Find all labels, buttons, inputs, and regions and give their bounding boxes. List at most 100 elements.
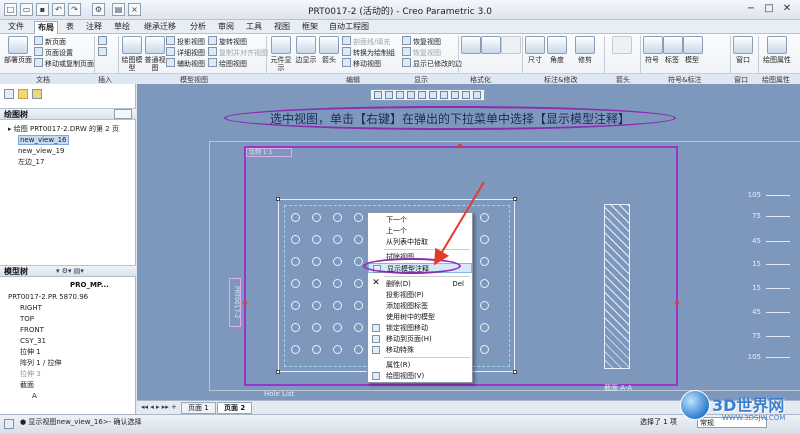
tree-settings-icon[interactable] — [114, 109, 132, 119]
detail-view-button[interactable]: 详细视图 — [166, 47, 205, 58]
model-tree-item[interactable]: RIGHT — [20, 304, 42, 313]
tab-view[interactable]: 视图 — [270, 21, 294, 34]
drawing-model-button[interactable]: 绘图模型 — [121, 36, 143, 72]
window-button[interactable]: 窗口 — [733, 36, 753, 64]
show-modified-edges-button[interactable]: 显示已修改的边 — [402, 58, 462, 69]
general-view-button[interactable]: 普通视图 — [144, 36, 166, 72]
display-button-2[interactable] — [481, 36, 501, 56]
angle-button[interactable]: 角度 — [547, 36, 567, 64]
hatch-fill-button[interactable]: 剖面线/填充 — [342, 36, 390, 47]
arrow-style-button[interactable] — [607, 36, 637, 56]
menu-item-add-view-label[interactable]: 添加视图标签 — [368, 301, 472, 311]
model-tree-item[interactable]: CSY_31 — [20, 337, 46, 346]
menu-item-delete[interactable]: ✕ 删除(D) Del — [368, 279, 472, 289]
label-button[interactable]: 标签 — [663, 36, 683, 64]
model-tree-toolbar[interactable]: ▾ ⚙▾ ▤▾ — [56, 266, 132, 276]
auxiliary-view-button[interactable]: 辅助视图 — [166, 58, 205, 69]
projection-view-button[interactable]: 投影视图 — [166, 36, 205, 47]
favorites-icon[interactable] — [32, 89, 42, 99]
drawing-properties-button[interactable]: 绘图属性 — [762, 36, 792, 64]
move-view-button[interactable]: 移动视图 — [342, 58, 381, 69]
model-tree-item[interactable]: A — [32, 392, 37, 401]
element-display-button[interactable]: 元件显示 — [269, 36, 293, 72]
tab-legacy-migration[interactable]: 继承迁移 — [138, 21, 182, 34]
message-log-icon[interactable] — [4, 419, 14, 429]
zoom-in-icon[interactable] — [385, 91, 393, 99]
point-display-icon[interactable] — [462, 91, 470, 99]
menu-item-next[interactable]: 下一个 — [368, 215, 472, 225]
new-page-button[interactable]: 新页面 — [34, 36, 66, 47]
drawing-view-button[interactable]: 绘图视图 — [208, 58, 247, 69]
menu-item-move-special[interactable]: 移动特殊 — [368, 345, 472, 355]
display-style-icon[interactable] — [418, 91, 426, 99]
copy-align-view-button[interactable]: 复制并对齐视图 — [208, 47, 268, 58]
deploy-page-button[interactable]: 部署页面 — [4, 36, 32, 64]
menu-item-drawing-view[interactable]: 绘图视图(V) — [368, 371, 472, 381]
move-copy-page-button[interactable]: 移动或复制页面 — [34, 58, 94, 69]
tab-frame[interactable]: 框架 — [298, 21, 322, 34]
sheet-nav-arrows[interactable]: ◂◂ ◂ ▸ ▸▸ + — [141, 403, 177, 411]
rotate-view-button[interactable]: 旋转视图 — [208, 36, 247, 47]
tab-tools[interactable]: 工具 — [242, 21, 266, 34]
model-tree-item[interactable]: TOP — [20, 315, 34, 324]
resize-handle[interactable] — [513, 370, 517, 374]
menu-item-pick-from-list[interactable]: 从列表中拾取 — [368, 237, 472, 247]
sheet-tab-1[interactable]: 页面 1 — [181, 402, 216, 414]
datum-display-icon[interactable] — [429, 91, 437, 99]
display-button-3[interactable] — [501, 36, 521, 56]
tab-table[interactable]: 表 — [62, 21, 78, 34]
trim-button[interactable]: 修剪 — [569, 36, 601, 64]
tree-item-selected[interactable]: new_view_16 — [18, 135, 69, 145]
model-tree-item[interactable]: 拉伸 1 — [20, 348, 41, 357]
edge-display-button[interactable]: 边显示 — [295, 36, 317, 64]
csys-display-icon[interactable] — [473, 91, 481, 99]
menu-item-lock-view-movement[interactable]: 锁定视图移动 — [368, 323, 472, 333]
minimize-button[interactable]: − — [742, 2, 760, 17]
menu-item-properties[interactable]: 属性(R) — [368, 360, 472, 370]
resize-handle[interactable] — [276, 197, 280, 201]
zoom-out-icon[interactable] — [396, 91, 404, 99]
section-view-hatch[interactable] — [604, 204, 630, 369]
tab-annotate[interactable]: 注释 — [82, 21, 106, 34]
model-tree-item[interactable]: 阵列 1 / 拉伸 — [20, 359, 62, 368]
insert-button[interactable] — [98, 36, 109, 47]
close-button[interactable]: ✕ — [778, 2, 796, 17]
tab-layout[interactable]: 布局 — [34, 21, 58, 34]
tree-item[interactable]: ▸ 绘图 PRT0017-2.DRW 的第 2 页 — [8, 125, 119, 134]
model-tree-item[interactable]: PRT0017-2.PR 5870.96 — [8, 293, 88, 302]
model-tree-item[interactable]: 拉伸 3 — [20, 370, 41, 379]
tab-file[interactable]: 文件 — [2, 21, 30, 34]
repaint-icon[interactable] — [407, 91, 415, 99]
axis-display-icon[interactable] — [451, 91, 459, 99]
tab-sketch[interactable]: 草绘 — [110, 21, 134, 34]
restore-view-button-2[interactable]: 恢复视图 — [402, 47, 441, 58]
menu-item-use-model-in-tree[interactable]: 使用树中的模型 — [368, 312, 472, 322]
arrow-button[interactable]: 箭头 — [319, 36, 339, 64]
tree-icon[interactable] — [4, 89, 14, 99]
tab-analysis[interactable]: 分析 — [186, 21, 210, 34]
folder-icon[interactable] — [18, 89, 28, 99]
resize-handle[interactable] — [513, 197, 517, 201]
menu-item-move-to-page[interactable]: 移动到页面(H) — [368, 334, 472, 344]
tree-item[interactable]: new_view_19 — [18, 147, 65, 156]
refit-icon[interactable] — [374, 91, 382, 99]
symbol-button[interactable]: 符号 — [643, 36, 663, 64]
display-button-1[interactable] — [461, 36, 481, 56]
model-button[interactable]: 模型 — [683, 36, 703, 64]
resize-handle[interactable] — [276, 370, 280, 374]
menu-item-projection-view[interactable]: 投影视图(P) — [368, 290, 472, 300]
size-button[interactable]: 尺寸 — [525, 36, 545, 64]
model-tree-item[interactable]: 截面 — [20, 381, 34, 390]
annotation-display-icon[interactable] — [440, 91, 448, 99]
model-tree-item[interactable]: FRONT — [20, 326, 44, 335]
menu-item-previous[interactable]: 上一个 — [368, 226, 472, 236]
insert-button-2[interactable] — [98, 47, 109, 58]
tab-review[interactable]: 审阅 — [214, 21, 238, 34]
maximize-button[interactable]: □ — [760, 2, 778, 17]
restore-view-button[interactable]: 恢复视图 — [402, 36, 441, 47]
tab-auto-drawing[interactable]: 自动工程图 — [326, 21, 372, 34]
page-setup-button[interactable]: 页面设置 — [34, 47, 73, 58]
sheet-tab-2[interactable]: 页面 2 — [217, 402, 253, 414]
convert-to-draft-group-button[interactable]: 转换为绘制组 — [342, 47, 395, 58]
tree-item[interactable]: 左边_17 — [18, 158, 44, 167]
